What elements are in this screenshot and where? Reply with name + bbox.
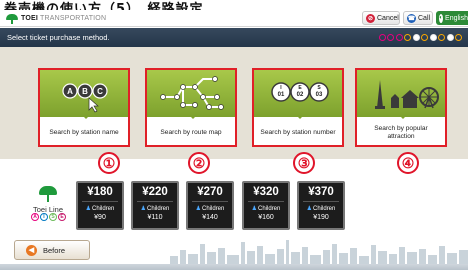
children-text: Children — [258, 206, 281, 212]
line-icon-i: I — [40, 213, 48, 221]
child-icon: ♟ — [140, 206, 147, 212]
fare-child-price: ¥110 — [147, 214, 163, 221]
station-number-02: 02 — [297, 92, 304, 98]
line-icons: AISE — [31, 213, 67, 221]
option-label: Search by station name — [49, 128, 119, 136]
station-number-01: 01 — [278, 92, 285, 98]
before-button[interactable]: ◀ Before — [14, 240, 90, 260]
child-icon: ♟ — [195, 206, 202, 212]
fare-children-label: ♟Children — [133, 205, 177, 212]
language-globe-icon: ◐ — [439, 13, 444, 23]
city-skyline-icon — [170, 240, 468, 265]
children-text: Children — [147, 206, 170, 212]
brand-name-main: TOEI — [21, 15, 39, 22]
station-bubble-b: B — [82, 87, 88, 96]
progress-dot — [421, 34, 428, 41]
station-name-icon: A B C — [40, 70, 128, 117]
marker-2: ② — [188, 152, 210, 174]
line-icon-s: S — [49, 213, 57, 221]
option-card-popular-attraction[interactable]: Search by popular attraction — [355, 68, 447, 147]
option-label: Search by popular attraction — [374, 124, 428, 140]
popular-attraction-icon — [357, 70, 445, 117]
children-text: Children — [202, 206, 225, 212]
cancel-icon: ⊘ — [366, 13, 375, 23]
progress-dot — [387, 34, 394, 41]
option-label: Search by station number — [260, 128, 336, 136]
fare-children-label: ♟Children — [188, 205, 232, 212]
progress-dot — [404, 34, 411, 41]
progress-dot — [446, 34, 454, 41]
cancel-label: Cancel — [377, 14, 399, 22]
back-arrow-icon: ◀ — [26, 244, 37, 256]
option-label: Search by route map — [160, 128, 222, 136]
progress-dot — [455, 34, 462, 41]
english-label: English — [445, 14, 468, 22]
header-strip-text: 券売機の使い方（5） 経路設定 — [4, 2, 204, 10]
call-label: Call — [418, 14, 431, 22]
progress-dot — [438, 34, 445, 41]
ginkgo-leaf-icon — [6, 13, 18, 24]
fare-button[interactable]: ¥370 ♟Children ¥190 — [297, 181, 345, 230]
fare-adult-price: ¥180 — [87, 186, 113, 198]
fare-adult-price: ¥220 — [142, 186, 168, 198]
progress-dot — [429, 34, 437, 41]
method-selection-area: A B C Search by station name Search by r… — [0, 47, 468, 159]
before-label: Before — [43, 245, 66, 255]
brand-name-sub: TRANSPORTATION — [40, 15, 107, 22]
ticket-machine-screen: 券売機の使い方（5） 経路設定 TOEI TRANSPORTATION ⊘ Can… — [0, 0, 468, 270]
call-button[interactable]: ☎ Call — [403, 11, 433, 25]
fare-child-price: ¥190 — [313, 214, 329, 221]
fare-button[interactable]: ¥270 ♟Children ¥140 — [186, 181, 234, 230]
header-strip: 券売機の使い方（5） 経路設定 — [0, 0, 468, 10]
line-icon-e: E — [58, 213, 66, 221]
option-card-station-number[interactable]: I E S 01 02 03 Search by station number — [252, 68, 344, 147]
fare-children-label: ♟Children — [78, 205, 122, 212]
fare-child-price: ¥90 — [94, 214, 106, 221]
fare-adult-price: ¥320 — [253, 186, 279, 198]
marker-4: ④ — [397, 152, 419, 174]
children-text: Children — [313, 206, 336, 212]
fare-button[interactable]: ¥220 ♟Children ¥110 — [131, 181, 179, 230]
fare-button[interactable]: ¥180 ♟Children ¥90 — [76, 181, 124, 230]
english-button[interactable]: ◐ English — [436, 11, 468, 25]
brand-logo: TOEI TRANSPORTATION — [6, 12, 106, 25]
child-icon: ♟ — [85, 206, 92, 212]
fare-children-label: ♟Children — [299, 205, 343, 212]
marker-3: ③ — [293, 152, 315, 174]
progress-dot — [395, 34, 403, 41]
route-map-icon — [147, 70, 235, 117]
fare-child-price: ¥140 — [202, 214, 218, 221]
fare-adult-price: ¥270 — [197, 186, 223, 198]
progress-dot — [412, 34, 420, 41]
station-bubble-c: C — [97, 87, 103, 96]
children-text: Children — [92, 206, 115, 212]
fare-child-price: ¥160 — [258, 214, 274, 221]
brand-name: TOEI TRANSPORTATION — [21, 15, 106, 22]
call-icon: ☎ — [407, 13, 416, 23]
station-number-icon: I E S 01 02 03 — [254, 70, 342, 117]
toei-logo-icon — [39, 186, 57, 202]
footer-strip — [0, 264, 468, 270]
fare-button[interactable]: ¥320 ♟Children ¥160 — [242, 181, 290, 230]
fare-children-label: ♟Children — [244, 205, 288, 212]
cancel-button[interactable]: ⊘ Cancel — [362, 11, 400, 25]
child-icon: ♟ — [306, 206, 313, 212]
station-number-03: 03 — [316, 92, 323, 98]
option-card-station-name[interactable]: A B C Search by station name — [38, 68, 130, 147]
progress-dot — [378, 34, 386, 41]
line-icon-a: A — [31, 213, 39, 221]
option-card-route-map[interactable]: Search by route map — [145, 68, 237, 147]
progress-indicator — [377, 34, 462, 41]
fare-adult-price: ¥370 — [308, 186, 334, 198]
title-bar: Select ticket purchase method. — [0, 28, 468, 47]
page-title: Select ticket purchase method. — [7, 33, 110, 42]
station-bubble-a: A — [67, 87, 73, 96]
marker-1: ① — [98, 152, 120, 174]
child-icon: ♟ — [251, 206, 258, 212]
header-bar: TOEI TRANSPORTATION ⊘ Cancel ☎ Call ◐ Eng… — [0, 10, 468, 27]
